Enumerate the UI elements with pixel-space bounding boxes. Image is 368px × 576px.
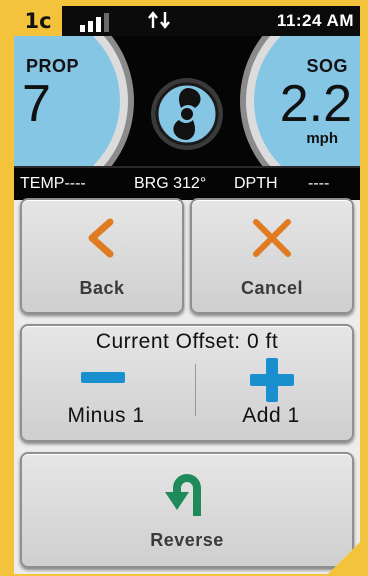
back-label: Back [79,278,125,298]
readout-strip: TEMP---- BRG 312° DPTH ---- [14,166,360,200]
chevron-left-icon [84,218,120,258]
u-turn-icon [165,470,209,518]
x-icon [250,218,294,258]
motor-logo-icon[interactable] [147,74,227,154]
minus-icon [81,372,125,383]
sog-unit: mph [306,130,338,147]
sog-value: 2.2 [279,75,352,133]
status-time: 11:24 AM [276,11,354,30]
figure-label: 1c [14,6,62,36]
temp-readout: TEMP---- [20,175,86,192]
cancel-button[interactable]: Cancel [190,198,354,314]
depth-value: ---- [308,175,330,192]
gauge-band: PROP 7 SOG 2.2 mph [14,36,360,166]
up-down-arrows-icon [146,8,174,32]
offset-panel: Current Offset: 0 ft Minus 1 Add 1 [20,324,354,442]
prop-value: 7 [22,75,51,133]
signal-bars-icon [80,12,124,32]
status-bar: 1c 11:24 AM [14,6,360,36]
add-label: Add 1 [242,404,300,427]
device-screen: 1c 11:24 AM PROP 7 SOG 2.2 mph TEMP---- … [14,6,360,574]
bearing-readout: BRG 312° [134,175,207,192]
depth-label: DPTH [234,175,278,192]
back-button[interactable]: Back [20,198,184,314]
reverse-button[interactable]: Reverse [20,452,354,568]
cancel-label: Cancel [240,278,304,298]
plus-icon [250,358,294,402]
reverse-label: Reverse [150,530,224,550]
minus-label: Minus 1 [67,404,145,427]
add-one-button[interactable]: Add 1 [190,326,352,440]
minus-one-button[interactable]: Minus 1 [22,326,190,440]
